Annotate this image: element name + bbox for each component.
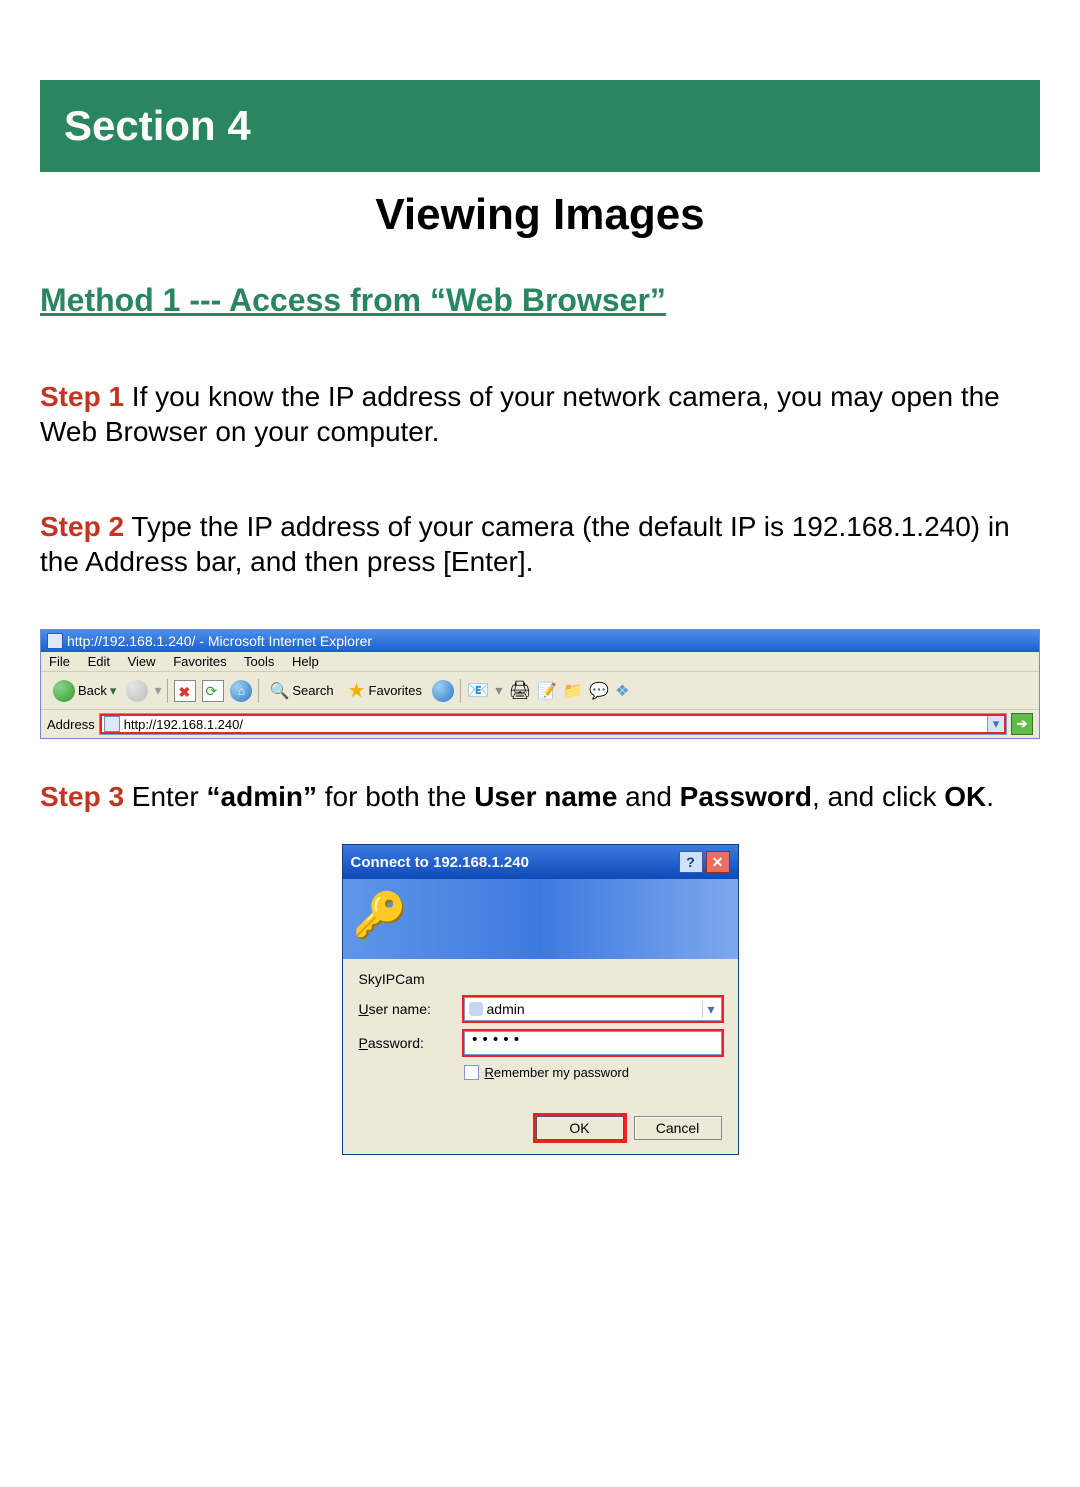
username-dropdown[interactable]: ▾: [702, 1001, 718, 1018]
back-button[interactable]: Back ▾: [49, 678, 120, 704]
menu-tools[interactable]: Tools: [244, 654, 274, 669]
search-button[interactable]: 🔍 Search: [265, 679, 337, 703]
chevron-down-icon: ▾: [495, 682, 502, 699]
step-3-pw: Password: [680, 781, 812, 812]
person-icon: [469, 1002, 483, 1016]
remember-label: Remember my password: [485, 1065, 630, 1080]
step-3-un: User name: [474, 781, 617, 812]
separator: [258, 679, 259, 703]
ie-address-bar: Address http://192.168.1.240/ ▾ ➔: [41, 710, 1039, 738]
favorites-label: Favorites: [369, 683, 422, 698]
help-button[interactable]: ?: [679, 851, 703, 873]
step-2-label: Step 2: [40, 511, 124, 542]
edit-button[interactable]: 📝: [537, 681, 557, 701]
search-label: Search: [292, 683, 333, 698]
go-button[interactable]: ➔: [1011, 713, 1033, 735]
folder-button[interactable]: 📁: [563, 681, 583, 701]
ie-window: http://192.168.1.240/ - Microsoft Intern…: [40, 629, 1040, 739]
mail-button[interactable]: 📧: [467, 680, 489, 701]
remember-checkbox[interactable]: Remember my password: [464, 1065, 722, 1080]
address-input[interactable]: http://192.168.1.240/ ▾: [99, 713, 1007, 735]
separator: [167, 679, 168, 703]
menu-favorites[interactable]: Favorites: [173, 654, 226, 669]
address-value: http://192.168.1.240/: [124, 717, 243, 732]
forward-button[interactable]: [126, 680, 148, 702]
step-1-text: If you know the IP address of your netwo…: [40, 381, 1000, 447]
username-field[interactable]: admin ▾: [464, 997, 722, 1021]
home-button[interactable]: ⌂: [230, 680, 252, 702]
discuss-button[interactable]: 💬: [589, 681, 609, 701]
search-icon: 🔍: [269, 681, 289, 701]
step-3-admin: “admin”: [207, 781, 317, 812]
separator: [460, 679, 461, 703]
menu-help[interactable]: Help: [292, 654, 319, 669]
menu-file[interactable]: File: [49, 654, 70, 669]
media-button[interactable]: [432, 680, 454, 702]
keys-icon: 🔑: [353, 889, 408, 941]
step-1: Step 1 If you know the IP address of you…: [40, 379, 1040, 449]
address-label: Address: [47, 717, 95, 732]
password-label: Password:: [359, 1035, 464, 1051]
step-3-label: Step 3: [40, 781, 124, 812]
page-title: Viewing Images: [40, 190, 1040, 240]
back-icon: [53, 680, 75, 702]
back-label: Back: [78, 683, 107, 698]
ie-title-text: http://192.168.1.240/ - Microsoft Intern…: [67, 633, 372, 649]
login-dialog: Connect to 192.168.1.240 ? ✕ 🔑 SkyIPCam …: [342, 844, 739, 1155]
login-title-text: Connect to 192.168.1.240: [351, 854, 529, 871]
ok-button[interactable]: OK: [536, 1116, 624, 1140]
step-2-text: Type the IP address of your camera (the …: [40, 511, 1010, 577]
login-title-bar: Connect to 192.168.1.240 ? ✕: [343, 845, 738, 879]
section-banner: Section 4: [40, 80, 1040, 172]
step-3: Step 3 Enter “admin” for both the User n…: [40, 779, 1040, 814]
step-2: Step 2 Type the IP address of your camer…: [40, 509, 1040, 579]
favorites-button[interactable]: ★ Favorites: [344, 676, 426, 705]
print-button[interactable]: 🖨: [508, 680, 531, 701]
ie-title-bar: http://192.168.1.240/ - Microsoft Intern…: [41, 630, 1039, 652]
cancel-button[interactable]: Cancel: [634, 1116, 722, 1140]
page-icon: [104, 716, 120, 732]
login-banner: 🔑: [343, 879, 738, 959]
chevron-down-icon: ▾: [110, 683, 117, 699]
step-3-t3: and: [617, 781, 679, 812]
refresh-button[interactable]: ⟳: [202, 680, 224, 702]
ie-toolbar: Back ▾ ▾ ✖ ⟳ ⌂ 🔍 Search ★ Favorites 📧 ▾ …: [41, 671, 1039, 710]
menu-view[interactable]: View: [128, 654, 156, 669]
ie-menu-bar: File Edit View Favorites Tools Help: [41, 652, 1039, 671]
realm-label: SkyIPCam: [359, 971, 722, 987]
ie-icon: [47, 633, 63, 649]
password-field[interactable]: •••••: [464, 1031, 722, 1055]
star-icon: ★: [348, 678, 366, 703]
username-value: admin: [487, 1001, 699, 1017]
step-3-t1: Enter: [124, 781, 206, 812]
checkbox-icon: [464, 1065, 479, 1080]
username-label: User name:: [359, 1001, 464, 1017]
menu-edit[interactable]: Edit: [88, 654, 110, 669]
stop-button[interactable]: ✖: [174, 680, 196, 702]
method-heading: Method 1 --- Access from “Web Browser”: [40, 282, 1040, 319]
step-3-t4: , and click: [812, 781, 944, 812]
address-dropdown[interactable]: ▾: [987, 716, 1004, 732]
step-3-ok: OK: [944, 781, 986, 812]
step-3-end: .: [986, 781, 994, 812]
close-button[interactable]: ✕: [706, 851, 730, 873]
step-1-label: Step 1: [40, 381, 124, 412]
chevron-down-icon: ▾: [154, 682, 161, 699]
extra-button[interactable]: ❖: [615, 681, 629, 701]
step-3-t2: for both the: [317, 781, 474, 812]
